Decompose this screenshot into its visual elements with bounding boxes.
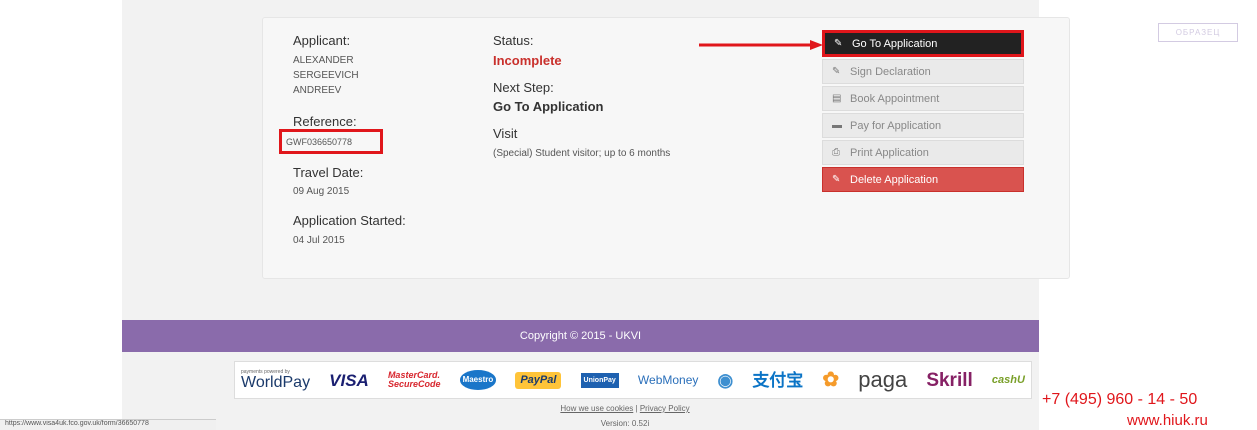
book-appointment-label: Book Appointment: [850, 92, 940, 105]
applicant-label: Applicant:: [293, 33, 351, 48]
flower-icon: ✿: [822, 369, 840, 391]
next-step-label: Next Step:: [493, 80, 554, 95]
go-to-application-label: Go To Application: [852, 37, 938, 50]
status-label: Status:: [493, 33, 534, 48]
watermark-site: www.hiuk.ru: [1127, 412, 1208, 429]
application-started-value: 04 Jul 2015: [293, 235, 345, 246]
status-bar-url: https://www.visa4uk.fco.gov.uk/form/3665…: [0, 419, 216, 430]
status-value: Incomplete: [493, 53, 562, 68]
paga-logo: paga: [858, 367, 908, 392]
pay-for-application-label: Pay for Application: [850, 119, 942, 132]
travel-date-label: Travel Date:: [293, 165, 364, 180]
next-step-value: Go To Application: [493, 99, 604, 114]
footer-link-separator: |: [635, 404, 638, 413]
skrill-logo: Skrill: [926, 369, 973, 391]
pencil-icon: ✎: [832, 66, 841, 77]
unionpay-logo: UnionPay: [580, 372, 619, 388]
sign-declaration-label: Sign Declaration: [850, 65, 931, 78]
visit-label: Visit: [493, 126, 518, 141]
copyright-text: Copyright © 2015 - UKVI: [519, 330, 642, 342]
delete-application-button[interactable]: ✎ Delete Application: [822, 167, 1024, 192]
mastercard-securecode-logo: MasterCard. SecureCode: [387, 370, 441, 389]
card-icon: ▬: [832, 120, 842, 131]
application-started-label: Application Started:: [293, 213, 406, 228]
sign-declaration-button[interactable]: ✎ Sign Declaration: [822, 59, 1024, 84]
watermark-stamp: ОБРАЗЕЦ: [1158, 23, 1238, 42]
globe-icon: ◉: [717, 370, 734, 390]
cookies-link[interactable]: How we use cookies: [560, 404, 633, 413]
pay-for-application-button[interactable]: ▬ Pay for Application: [822, 113, 1024, 138]
go-to-application-button[interactable]: ✎ Go To Application: [822, 30, 1024, 57]
pencil-icon: ✎: [834, 38, 843, 49]
footer-links: How we use cookies | Privacy Policy: [536, 404, 714, 413]
cashu-logo: cashU: [991, 373, 1025, 386]
worldpay-logo: payments powered by WorldPay: [241, 368, 311, 391]
visa-logo: VISA: [329, 370, 369, 390]
travel-date-value: 09 Aug 2015: [293, 186, 350, 197]
version-text: Version: 0.52i: [600, 419, 650, 428]
annotation-arrow: [699, 40, 823, 50]
webmoney-logo: WebMoney: [637, 373, 699, 387]
reference-label: Reference:: [293, 114, 357, 129]
privacy-policy-link[interactable]: Privacy Policy: [640, 404, 690, 413]
list-icon: ▤: [832, 93, 842, 104]
printer-icon: ⎙: [832, 147, 840, 158]
print-application-label: Print Application: [850, 146, 929, 159]
alipay-logo: 支付宝: [752, 370, 804, 390]
copyright-bar: Copyright © 2015 - UKVI: [122, 320, 1039, 352]
pencil-icon: ✎: [832, 174, 841, 185]
applicant-name-line1: ALEXANDER: [293, 55, 354, 66]
maestro-logo: Maestro: [459, 370, 497, 390]
print-application-button[interactable]: ⎙ Print Application: [822, 140, 1024, 165]
watermark-phone: +7 (495) 960 - 14 - 50: [1042, 391, 1198, 408]
applicant-name-line2: SERGEEVICH: [293, 70, 359, 81]
actions-panel: ✎ Go To Application ✎ Sign Declaration ▤…: [822, 30, 1024, 194]
paypal-logo: PayPal: [515, 371, 562, 389]
applicant-name-line3: ANDREEV: [293, 85, 342, 96]
payment-logos-strip: payments powered by WorldPay VISA Master…: [234, 361, 1032, 399]
reference-value: GWF036650778: [286, 137, 353, 147]
delete-application-label: Delete Application: [850, 173, 939, 186]
visit-type-value: (Special) Student visitor; up to 6 month…: [493, 148, 671, 159]
book-appointment-button[interactable]: ▤ Book Appointment: [822, 86, 1024, 111]
